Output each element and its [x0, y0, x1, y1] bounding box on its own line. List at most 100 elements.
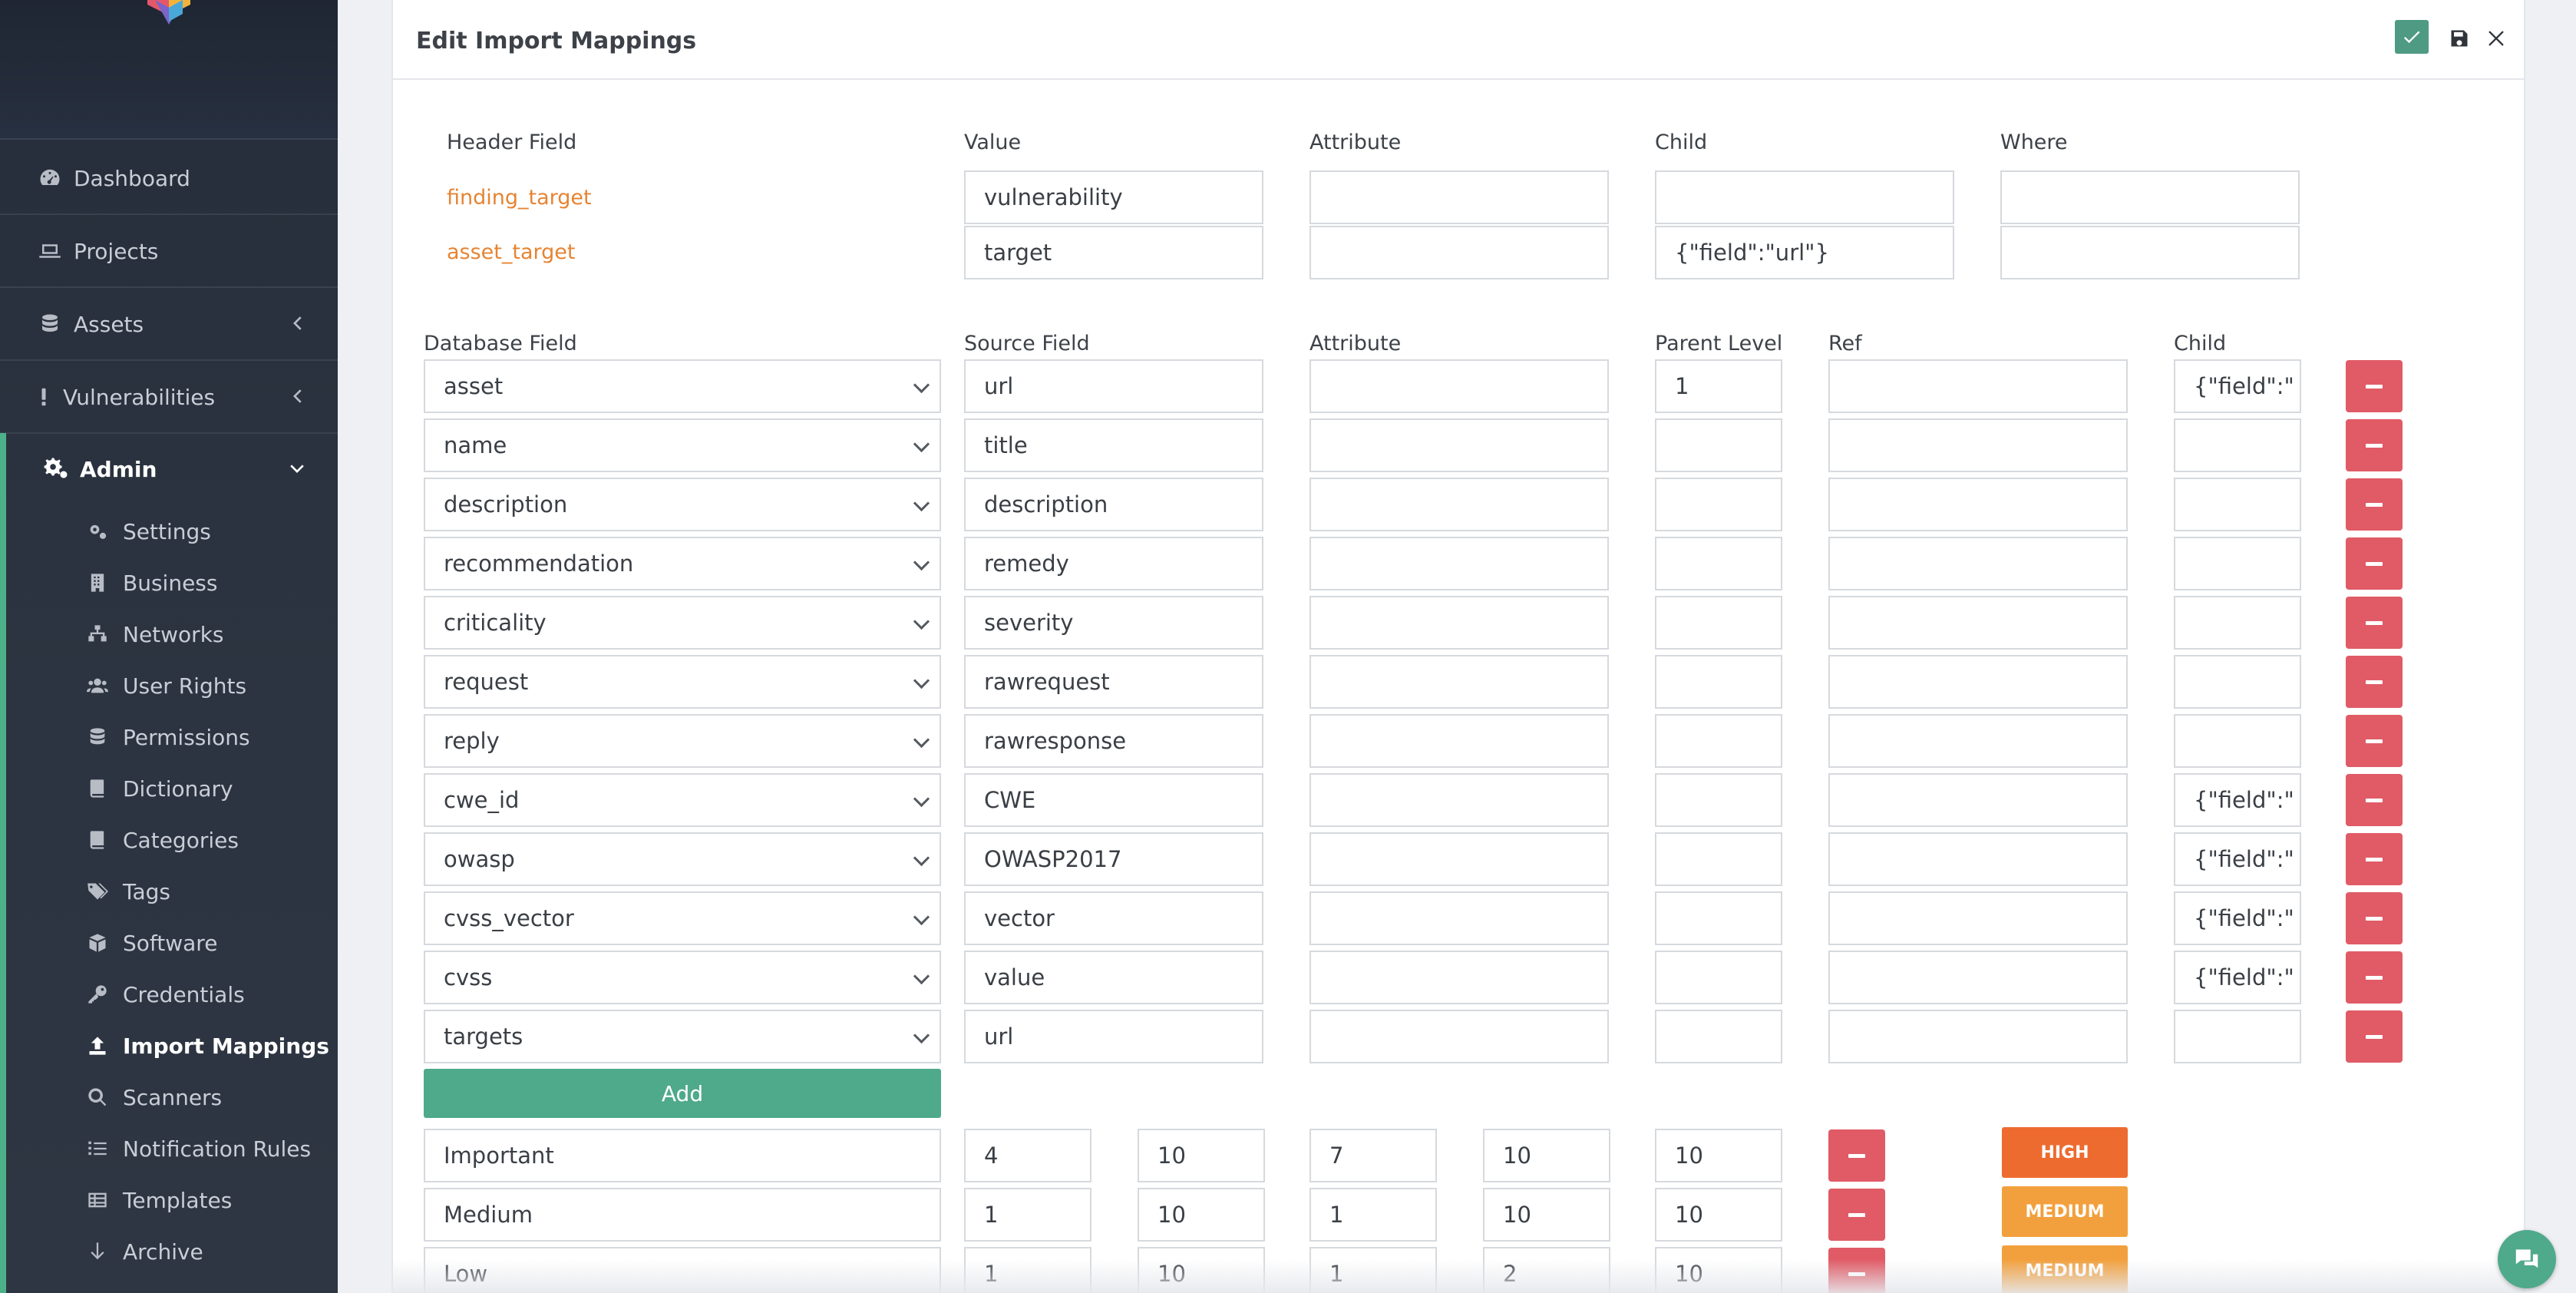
severity-name-input[interactable]: Medium: [424, 1188, 941, 1242]
source-field-input[interactable]: description: [964, 478, 1263, 531]
database-field-select[interactable]: reply: [424, 714, 941, 768]
parent-level-input[interactable]: [1655, 773, 1782, 827]
parent-level-input[interactable]: [1655, 714, 1782, 768]
source-field-input[interactable]: title: [964, 418, 1263, 472]
attribute-input[interactable]: [1309, 359, 1609, 413]
value-input[interactable]: vulnerability: [964, 170, 1263, 224]
severity-value-input[interactable]: 10: [1655, 1129, 1782, 1182]
child-input[interactable]: {"field":": [2174, 891, 2301, 945]
ref-input[interactable]: [1828, 359, 2128, 413]
nav-assets[interactable]: Assets: [0, 289, 338, 361]
nav-projects[interactable]: Projects: [0, 216, 338, 288]
remove-row-button[interactable]: [2346, 833, 2403, 885]
child-input[interactable]: [1655, 170, 1954, 224]
parent-level-input[interactable]: [1655, 537, 1782, 590]
child-input[interactable]: [2174, 478, 2301, 531]
ref-input[interactable]: [1828, 418, 2128, 472]
remove-row-button[interactable]: [2346, 597, 2403, 649]
parent-level-input[interactable]: [1655, 596, 1782, 650]
database-field-select[interactable]: name: [424, 418, 941, 472]
sidebar-item-settings[interactable]: Settings: [6, 508, 338, 554]
severity-badge[interactable]: MEDIUM: [2002, 1186, 2128, 1237]
nav-vulnerabilities[interactable]: Vulnerabilities: [0, 362, 338, 434]
sidebar-item-credentials[interactable]: Credentials: [6, 971, 338, 1017]
close-button[interactable]: [2481, 23, 2512, 54]
ref-input[interactable]: [1828, 1010, 2128, 1063]
sidebar-item-tags[interactable]: Tags: [6, 868, 338, 914]
attribute-input[interactable]: [1309, 832, 1609, 886]
database-field-select[interactable]: description: [424, 478, 941, 531]
child-input[interactable]: {"field":"url"}: [1655, 226, 1954, 279]
severity-name-input[interactable]: Important: [424, 1129, 941, 1182]
severity-value-input[interactable]: 10: [1138, 1129, 1265, 1182]
attribute-input[interactable]: [1309, 714, 1609, 768]
ref-input[interactable]: [1828, 773, 2128, 827]
attribute-input[interactable]: [1309, 418, 1609, 472]
ref-input[interactable]: [1828, 478, 2128, 531]
severity-value-input[interactable]: 1: [1309, 1188, 1437, 1242]
severity-name-input[interactable]: Low: [424, 1247, 941, 1293]
remove-row-button[interactable]: [2346, 478, 2403, 531]
severity-badge[interactable]: MEDIUM: [2002, 1245, 2128, 1293]
parent-level-input[interactable]: [1655, 418, 1782, 472]
child-input[interactable]: {"field":": [2174, 832, 2301, 886]
attribute-input[interactable]: [1309, 655, 1609, 709]
severity-value-input[interactable]: 10: [1138, 1188, 1265, 1242]
sidebar-item-archive[interactable]: Archive: [6, 1229, 338, 1275]
sidebar-item-permissions[interactable]: Permissions: [6, 714, 338, 760]
nav-dashboard[interactable]: Dashboard: [0, 143, 338, 215]
parent-level-input[interactable]: [1655, 832, 1782, 886]
parent-level-input[interactable]: 1: [1655, 359, 1782, 413]
severity-value-input[interactable]: 7: [1309, 1129, 1437, 1182]
where-input[interactable]: [2000, 170, 2300, 224]
database-field-select[interactable]: criticality: [424, 596, 941, 650]
ref-input[interactable]: [1828, 537, 2128, 590]
child-input[interactable]: [2174, 714, 2301, 768]
parent-level-input[interactable]: [1655, 478, 1782, 531]
sidebar-item-scanners[interactable]: Scanners: [6, 1074, 338, 1120]
source-field-input[interactable]: value: [964, 951, 1263, 1004]
sidebar-item-categories[interactable]: Categories: [6, 817, 338, 863]
attribute-input[interactable]: [1309, 226, 1609, 279]
source-field-input[interactable]: vector: [964, 891, 1263, 945]
severity-value-input[interactable]: 2: [1483, 1247, 1610, 1293]
remove-severity-button[interactable]: [1828, 1248, 1885, 1293]
child-input[interactable]: [2174, 596, 2301, 650]
source-field-input[interactable]: CWE: [964, 773, 1263, 827]
remove-row-button[interactable]: [2346, 360, 2403, 412]
save-button[interactable]: [2444, 23, 2475, 54]
source-field-input[interactable]: rawresponse: [964, 714, 1263, 768]
remove-row-button[interactable]: [2346, 715, 2403, 767]
attribute-input[interactable]: [1309, 596, 1609, 650]
sidebar-item-templates[interactable]: Templates: [6, 1177, 338, 1223]
remove-severity-button[interactable]: [1828, 1129, 1885, 1182]
severity-value-input[interactable]: 10: [1483, 1188, 1610, 1242]
ref-input[interactable]: [1828, 891, 2128, 945]
ref-input[interactable]: [1828, 714, 2128, 768]
child-input[interactable]: {"field":": [2174, 359, 2301, 413]
database-field-select[interactable]: asset: [424, 359, 941, 413]
remove-row-button[interactable]: [2346, 1010, 2403, 1063]
child-input[interactable]: [2174, 537, 2301, 590]
ref-input[interactable]: [1828, 951, 2128, 1004]
parent-level-input[interactable]: [1655, 655, 1782, 709]
database-field-select[interactable]: owasp: [424, 832, 941, 886]
ref-input[interactable]: [1828, 655, 2128, 709]
attribute-input[interactable]: [1309, 1010, 1609, 1063]
source-field-input[interactable]: severity: [964, 596, 1263, 650]
severity-badge[interactable]: HIGH: [2002, 1127, 2128, 1178]
severity-value-input[interactable]: 10: [1655, 1247, 1782, 1293]
where-input[interactable]: [2000, 226, 2300, 279]
database-field-select[interactable]: cvss: [424, 951, 941, 1004]
ref-input[interactable]: [1828, 832, 2128, 886]
severity-value-input[interactable]: 10: [1655, 1188, 1782, 1242]
parent-level-input[interactable]: [1655, 891, 1782, 945]
child-input[interactable]: {"field":": [2174, 773, 2301, 827]
source-field-input[interactable]: OWASP2017: [964, 832, 1263, 886]
confirm-button[interactable]: [2395, 20, 2429, 54]
chat-button[interactable]: [2498, 1230, 2556, 1288]
source-field-input[interactable]: url: [964, 359, 1263, 413]
child-input[interactable]: {"field":": [2174, 951, 2301, 1004]
ref-input[interactable]: [1828, 596, 2128, 650]
remove-row-button[interactable]: [2346, 892, 2403, 944]
